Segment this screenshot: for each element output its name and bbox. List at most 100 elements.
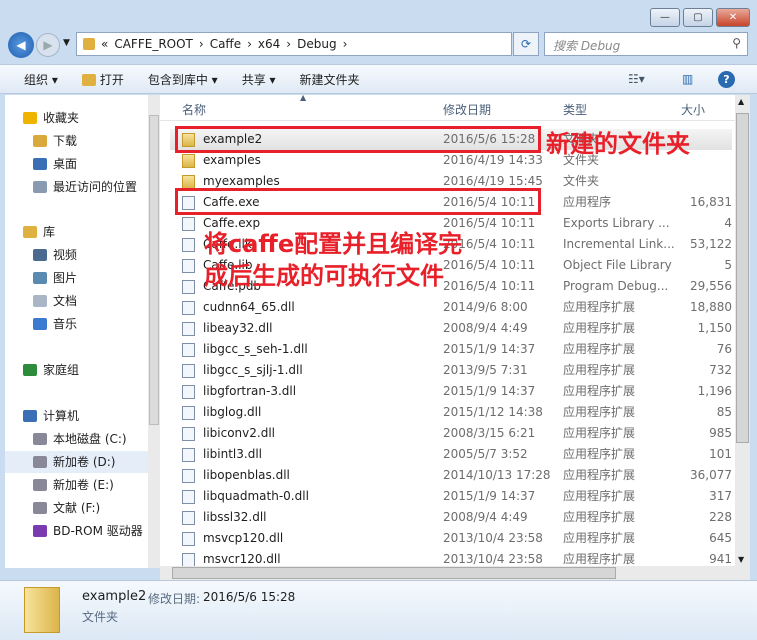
- file-icon: [182, 406, 195, 420]
- file-type: 应用程序扩展: [563, 510, 636, 524]
- sort-ascending-icon: ▲: [300, 95, 307, 102]
- folder-large-icon: [24, 587, 60, 633]
- file-type: Program Debug...: [563, 279, 669, 293]
- new-folder-button[interactable]: 新建文件夹: [300, 71, 360, 88]
- forward-button[interactable]: ▶: [36, 33, 60, 57]
- sidebar-item-label: 文档: [53, 294, 78, 308]
- file-icon: [182, 343, 195, 357]
- file-size: 53,122: [690, 237, 732, 251]
- file-row[interactable]: libeay32.dll 2008/9/4 4:49 应用程序扩展 1,150: [170, 318, 732, 339]
- file-row[interactable]: libquadmath-0.dll 2015/1/9 14:37 应用程序扩展 317: [170, 486, 732, 507]
- file-size: 1,150: [697, 321, 732, 335]
- maximize-button[interactable]: ▢: [683, 8, 713, 27]
- file-row[interactable]: libssl32.dll 2008/9/4 4:49 应用程序扩展 228: [170, 507, 732, 528]
- file-size: 5: [724, 258, 732, 272]
- sidebar-item-label: 视频: [53, 248, 78, 262]
- horizontal-scrollbar[interactable]: [160, 566, 750, 580]
- sidebar-item-8[interactable]: 音乐: [33, 313, 77, 335]
- file-date: 2013/10/4 23:58: [443, 531, 543, 545]
- breadcrumb-overflow[interactable]: «: [101, 37, 108, 51]
- sidebar-item-11[interactable]: 本地磁盘 (C:): [33, 428, 127, 450]
- breadcrumb-debug[interactable]: Debug: [297, 37, 336, 51]
- sidebar-item-label: 下载: [53, 134, 78, 148]
- sidebar-item-16[interactable]: 网络: [23, 565, 67, 568]
- desktop-icon: [33, 158, 47, 170]
- sidebar-item-2[interactable]: 桌面: [33, 153, 77, 175]
- file-row[interactable]: libiconv2.dll 2008/3/15 6:21 应用程序扩展 985: [170, 423, 732, 444]
- help-icon[interactable]: ?: [718, 70, 735, 88]
- column-name[interactable]: 名称: [182, 101, 206, 118]
- search-icon[interactable]: ⚲: [732, 36, 741, 50]
- file-date: 2016/4/19 14:33: [443, 153, 543, 167]
- file-date: 2014/9/6 8:00: [443, 300, 528, 314]
- sidebar-item-3[interactable]: 最近访问的位置: [33, 176, 137, 198]
- file-row[interactable]: msvcp120.dll 2013/10/4 23:58 应用程序扩展 645: [170, 528, 732, 549]
- organize-button[interactable]: 组织 ▾: [24, 71, 58, 88]
- sidebar-item-label: 家庭组: [43, 363, 80, 377]
- file-row[interactable]: libgcc_s_sjlj-1.dll 2013/9/5 7:31 应用程序扩展 73…: [170, 360, 732, 381]
- open-button[interactable]: 打开: [81, 71, 124, 88]
- view-options-icon[interactable]: ☷▾: [628, 72, 645, 86]
- file-size: 1,196: [697, 384, 732, 398]
- include-library-button[interactable]: 包含到库中 ▾: [148, 71, 218, 88]
- sidebar-item-1[interactable]: 下载: [33, 130, 77, 152]
- vertical-scrollbar[interactable]: ▲ ▼: [735, 95, 750, 566]
- back-button[interactable]: ◀: [8, 32, 34, 58]
- sidebar-item-7[interactable]: 文档: [33, 290, 77, 312]
- refresh-button[interactable]: ⟳: [513, 32, 539, 56]
- sidebar-item-10[interactable]: 计算机: [23, 405, 79, 427]
- sidebar-item-6[interactable]: 图片: [33, 267, 77, 289]
- breadcrumb-caffe[interactable]: Caffe: [210, 37, 241, 51]
- file-date: 2015/1/9 14:37: [443, 342, 536, 356]
- breadcrumb-x64[interactable]: x64: [258, 37, 280, 51]
- annotation-build-line2: 成后生成的可执行文件: [204, 262, 444, 290]
- annotation-build-line1: 将caffe配置并且编译完: [204, 230, 463, 258]
- drive-icon: [33, 502, 47, 514]
- video-icon: [33, 249, 47, 261]
- sidebar-item-13[interactable]: 新加卷 (E:): [33, 474, 114, 496]
- search-input[interactable]: 搜索 Debug ⚲: [544, 32, 748, 56]
- sidebar-item-9[interactable]: 家庭组: [23, 359, 79, 381]
- file-row[interactable]: cudnn64_65.dll 2014/9/6 8:00 应用程序扩展 18,880: [170, 297, 732, 318]
- preview-pane-icon[interactable]: ▥: [682, 72, 693, 86]
- pictures-icon: [33, 272, 47, 284]
- sidebar-item-label: BD-ROM 驱动器: [53, 524, 143, 538]
- close-button[interactable]: ✕: [716, 8, 750, 27]
- file-row[interactable]: libintl3.dll 2005/5/7 3:52 应用程序扩展 101: [170, 444, 732, 465]
- sidebar-item-5[interactable]: 视频: [33, 244, 77, 266]
- sidebar-item-12[interactable]: 新加卷 (D:): [5, 451, 148, 473]
- file-row[interactable]: libopenblas.dll 2014/10/13 17:28 应用程序扩展 36,…: [170, 465, 732, 486]
- column-headers: 名称 ▲ 修改日期 类型 大小: [160, 95, 735, 121]
- file-name: libquadmath-0.dll: [203, 489, 309, 503]
- breadcrumb-caffe-root[interactable]: CAFFE_ROOT: [114, 37, 193, 51]
- file-type: 应用程序扩展: [563, 552, 636, 566]
- sidebar-scrollbar[interactable]: [148, 95, 160, 568]
- file-size: 36,077: [690, 468, 732, 482]
- recent-icon: [33, 181, 47, 193]
- toolbar: 组织 ▾ 打开 包含到库中 ▾ 共享 ▾ 新建文件夹 ☷▾ ▥ ?: [0, 64, 757, 94]
- file-list: 名称 ▲ 修改日期 类型 大小 example2 2016/5/6 15:28 文件…: [160, 95, 735, 566]
- share-button[interactable]: 共享 ▾: [242, 71, 276, 88]
- file-name: libintl3.dll: [203, 447, 262, 461]
- file-date: 2014/10/13 17:28: [443, 468, 551, 482]
- file-date: 2008/3/15 6:21: [443, 426, 536, 440]
- sidebar-item-0[interactable]: 收藏夹: [23, 107, 79, 129]
- sidebar-item-15[interactable]: BD-ROM 驱动器: [33, 520, 143, 542]
- library-icon: [23, 226, 37, 238]
- column-type[interactable]: 类型: [563, 101, 587, 118]
- file-row[interactable]: libgfortran-3.dll 2015/1/9 14:37 应用程序扩展 1,1…: [170, 381, 732, 402]
- file-type: 应用程序扩展: [563, 426, 636, 440]
- minimize-button[interactable]: —: [650, 8, 680, 27]
- column-date[interactable]: 修改日期: [443, 101, 491, 118]
- sidebar-item-14[interactable]: 文献 (F:): [33, 497, 100, 519]
- recent-pages-dropdown[interactable]: ▼: [63, 38, 70, 48]
- file-row[interactable]: libglog.dll 2015/1/12 14:38 应用程序扩展 85: [170, 402, 732, 423]
- file-row[interactable]: msvcr120.dll 2013/10/4 23:58 应用程序扩展 941: [170, 549, 732, 566]
- file-icon: [182, 427, 195, 441]
- address-bar[interactable]: « CAFFE_ROOT › Caffe › x64 › Debug ›: [76, 32, 512, 56]
- file-size: 18,880: [690, 300, 732, 314]
- sidebar-item-4[interactable]: 库: [23, 221, 55, 243]
- file-name: libssl32.dll: [203, 510, 267, 524]
- column-size[interactable]: 大小: [681, 101, 705, 118]
- file-row[interactable]: libgcc_s_seh-1.dll 2015/1/9 14:37 应用程序扩展 76: [170, 339, 732, 360]
